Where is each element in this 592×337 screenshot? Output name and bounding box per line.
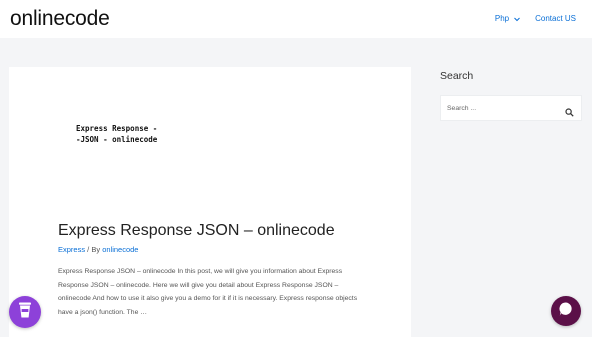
post-title[interactable]: Express Response JSON – onlinecode <box>58 222 335 240</box>
site-header: onlinecode Php Contact US <box>0 0 592 38</box>
coffee-cup-icon <box>17 301 33 324</box>
post-thumbnail[interactable]: Express Response - -JSON - onlinecode <box>76 123 196 145</box>
main-nav: Php Contact US <box>495 14 576 23</box>
chevron-down-icon <box>513 15 521 23</box>
article-card: Express Response - -JSON - onlinecode Ex… <box>9 67 411 337</box>
post-author-link[interactable]: onlinecode <box>102 245 138 254</box>
nav-item-contact-us[interactable]: Contact US <box>535 14 576 23</box>
meta-separator: / By <box>85 245 103 254</box>
nav-item-label: Contact US <box>535 14 576 23</box>
post-category-link[interactable]: Express <box>58 245 85 254</box>
nav-item-php[interactable]: Php <box>495 14 521 23</box>
search-icon[interactable] <box>565 104 574 117</box>
chat-button[interactable] <box>551 296 581 326</box>
search-form <box>440 95 582 121</box>
chat-bubble-icon <box>558 301 574 322</box>
sidebar-search-title: Search <box>440 70 474 82</box>
post-meta: Express / By onlinecode <box>58 245 138 254</box>
search-input[interactable] <box>447 102 557 114</box>
site-title[interactable]: onlinecode <box>10 7 110 31</box>
nav-item-label: Php <box>494 14 510 23</box>
buy-coffee-button[interactable] <box>9 296 41 328</box>
post-excerpt: Express Response JSON – onlinecode In th… <box>58 268 358 316</box>
